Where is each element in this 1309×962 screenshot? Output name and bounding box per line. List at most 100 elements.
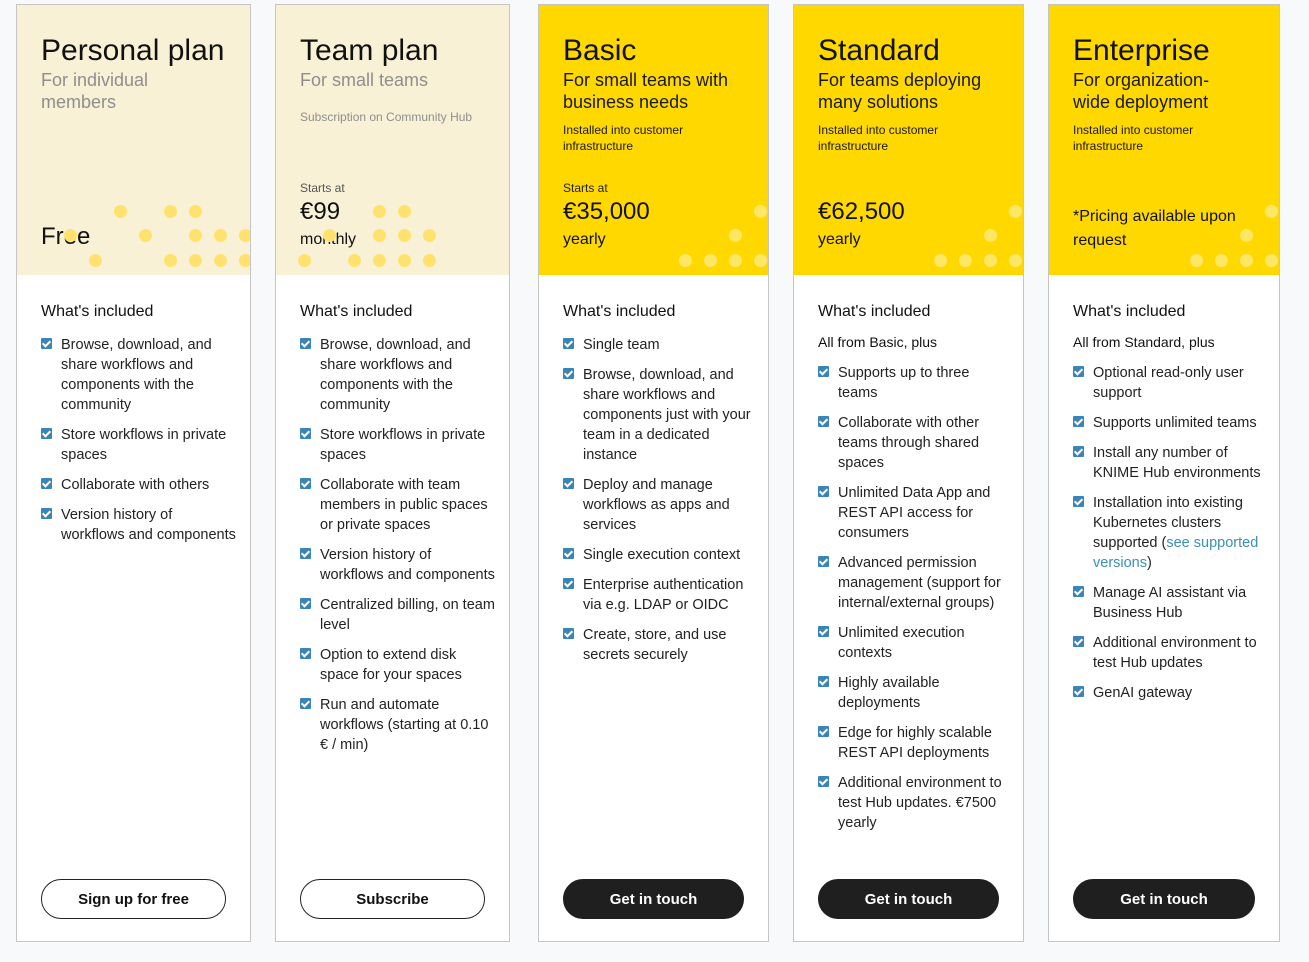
feature-item: Single execution context xyxy=(563,545,754,565)
feature-item: Browse, download, and share workflows an… xyxy=(300,335,495,415)
checkbox-checked-icon xyxy=(1073,416,1084,427)
included-heading: What's included xyxy=(563,303,676,320)
checkbox-checked-icon xyxy=(1073,446,1084,457)
feature-item: Advanced permission management (support … xyxy=(818,553,1009,613)
checkbox-checked-icon xyxy=(818,556,829,567)
feature-list: Browse, download, and share workflows an… xyxy=(300,335,495,765)
included-heading: What's included xyxy=(1073,303,1186,320)
get-in-touch-button[interactable]: Get in touch xyxy=(563,879,744,919)
feature-item: Version history of workflows and compone… xyxy=(41,505,236,545)
checkbox-checked-icon xyxy=(41,508,52,519)
checkbox-checked-icon xyxy=(818,676,829,687)
feature-list: Single team Browse, download, and share … xyxy=(563,335,754,675)
starts-at-label: Starts at xyxy=(563,181,608,195)
feature-item: Unlimited execution contexts xyxy=(818,623,1009,663)
feature-item: Optional read-only user support xyxy=(1073,363,1265,403)
checkbox-checked-icon xyxy=(41,478,52,489)
feature-item: Browse, download, and share workflows an… xyxy=(41,335,236,415)
checkbox-checked-icon xyxy=(818,776,829,787)
checkbox-checked-icon xyxy=(563,368,574,379)
checkbox-checked-icon xyxy=(563,578,574,589)
feature-item: Installation into existing Kubernetes cl… xyxy=(1073,493,1265,573)
plan-card-standard: Standard For teams deploying many soluti… xyxy=(793,4,1024,942)
feature-item: Collaborate with others xyxy=(41,475,236,495)
checkbox-checked-icon xyxy=(300,338,311,349)
decorative-dots xyxy=(933,5,1023,275)
feature-item: Browse, download, and share workflows an… xyxy=(563,365,754,465)
plan-price: €62,500 xyxy=(818,198,905,225)
feature-item: Create, store, and use secrets securely xyxy=(563,625,754,665)
checkbox-checked-icon xyxy=(1073,366,1084,377)
decorative-dots xyxy=(678,5,768,275)
feature-item: Edge for highly scalable REST API deploy… xyxy=(818,723,1009,763)
feature-item: Run and automate workflows (starting at … xyxy=(300,695,495,755)
plan-header: Team plan For small teams Subscription o… xyxy=(276,5,509,275)
feature-item: Supports unlimited teams xyxy=(1073,413,1265,433)
feature-item: Unlimited Data App and REST API access f… xyxy=(818,483,1009,543)
checkbox-checked-icon xyxy=(818,626,829,637)
checkbox-checked-icon xyxy=(300,598,311,609)
checkbox-checked-icon xyxy=(563,478,574,489)
feature-item: Additional environment to test Hub updat… xyxy=(1073,633,1265,673)
sign-up-button[interactable]: Sign up for free xyxy=(41,879,226,919)
feature-item: Centralized billing, on team level xyxy=(300,595,495,635)
feature-list: Supports up to three teams Collaborate w… xyxy=(818,363,1009,843)
checkbox-checked-icon xyxy=(300,548,311,559)
checkbox-checked-icon xyxy=(818,416,829,427)
checkbox-checked-icon xyxy=(1073,686,1084,697)
checkbox-checked-icon xyxy=(41,338,52,349)
feature-item: Enterprise authentication via e.g. LDAP … xyxy=(563,575,754,615)
checkbox-checked-icon xyxy=(300,428,311,439)
plan-title: Standard xyxy=(818,34,940,67)
plan-header: Enterprise For organization-wide deploym… xyxy=(1049,5,1279,275)
feature-item: Option to extend disk space for your spa… xyxy=(300,645,495,685)
included-heading: What's included xyxy=(818,303,931,320)
feature-item: GenAI gateway xyxy=(1073,683,1265,703)
checkbox-checked-icon xyxy=(41,428,52,439)
feature-item: Collaborate with team members in public … xyxy=(300,475,495,535)
plan-period: yearly xyxy=(563,231,606,248)
feature-item: Single team xyxy=(563,335,754,355)
checkbox-checked-icon xyxy=(1073,636,1084,647)
feature-item: Highly available deployments xyxy=(818,673,1009,713)
feature-item: Deploy and manage workflows as apps and … xyxy=(563,475,754,535)
feature-list: Browse, download, and share workflows an… xyxy=(41,335,236,555)
plan-card-basic: Basic For small teams with business need… xyxy=(538,4,769,942)
plan-price: €35,000 xyxy=(563,198,650,225)
plan-card-personal: Personal plan For individual members Fre… xyxy=(16,4,251,942)
get-in-touch-button[interactable]: Get in touch xyxy=(818,879,999,919)
feature-item: Install any number of KNIME Hub environm… xyxy=(1073,443,1265,483)
starts-at-label: Starts at xyxy=(300,181,345,195)
checkbox-checked-icon xyxy=(300,478,311,489)
checkbox-checked-icon xyxy=(300,698,311,709)
checkbox-checked-icon xyxy=(1073,496,1084,507)
subscribe-button[interactable]: Subscribe xyxy=(300,879,485,919)
checkbox-checked-icon xyxy=(563,628,574,639)
plan-title: Basic xyxy=(563,34,637,67)
feature-item: Manage AI assistant via Business Hub xyxy=(1073,583,1265,623)
plan-period: yearly xyxy=(818,231,861,248)
feature-item: Store workflows in private spaces xyxy=(41,425,236,465)
feature-item: Supports up to three teams xyxy=(818,363,1009,403)
plan-lead: All from Standard, plus xyxy=(1073,334,1215,350)
feature-item: Collaborate with other teams through sha… xyxy=(818,413,1009,473)
checkbox-checked-icon xyxy=(300,648,311,659)
plan-card-enterprise: Enterprise For organization-wide deploym… xyxy=(1048,4,1280,942)
feature-item: Store workflows in private spaces xyxy=(300,425,495,465)
plan-price: €99 xyxy=(300,198,341,225)
decorative-dots xyxy=(298,5,509,275)
get-in-touch-button[interactable]: Get in touch xyxy=(1073,879,1255,919)
included-heading: What's included xyxy=(300,303,413,320)
plan-lead: All from Basic, plus xyxy=(818,334,938,350)
checkbox-checked-icon xyxy=(563,548,574,559)
decorative-dots xyxy=(1189,5,1279,275)
plan-card-team: Team plan For small teams Subscription o… xyxy=(275,4,510,942)
feature-item: Additional environment to test Hub updat… xyxy=(818,773,1009,833)
plan-header: Personal plan For individual members Fre… xyxy=(17,5,250,275)
decorative-dots xyxy=(64,5,250,275)
plan-header: Basic For small teams with business need… xyxy=(539,5,768,275)
checkbox-checked-icon xyxy=(818,366,829,377)
feature-item: Version history of workflows and compone… xyxy=(300,545,495,585)
feature-list: Optional read-only user support Supports… xyxy=(1073,363,1265,713)
included-heading: What's included xyxy=(41,303,154,320)
